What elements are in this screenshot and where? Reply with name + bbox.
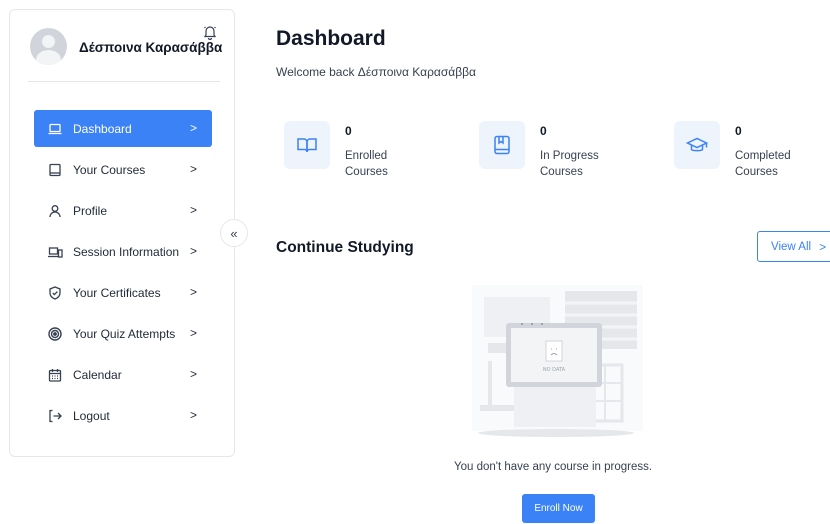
sidebar-item-label: Dashboard	[73, 121, 132, 136]
avatar[interactable]	[30, 28, 67, 65]
chevron-right-icon: >	[189, 408, 197, 422]
sidebar-item-label: Your Certificates	[73, 285, 161, 300]
shield-check-icon	[47, 285, 63, 301]
sidebar-item-your-courses[interactable]: Your Courses >	[34, 151, 212, 188]
sidebar-item-label: Profile	[73, 203, 108, 218]
stat-count: 0	[735, 124, 742, 138]
sidebar-item-profile[interactable]: Profile >	[34, 192, 212, 229]
laptop-icon	[47, 121, 63, 137]
sidebar-item-label: Your Quiz Attempts	[73, 326, 176, 341]
sidebar-menu: Dashboard > Your Courses > Profile > Ses…	[34, 110, 212, 438]
profile-header: Δέσποινα Καρασάββα	[10, 10, 234, 82]
chevron-right-icon: >	[189, 121, 197, 135]
page-title: Dashboard	[276, 27, 386, 50]
stat-in-progress-courses: 0 In Progress Courses	[479, 121, 649, 181]
bell-icon[interactable]	[202, 24, 218, 41]
bookmark-book-icon	[479, 121, 525, 169]
stat-label: In Progress Courses	[540, 150, 599, 178]
empty-state-message: You don't have any course in progress.	[454, 461, 653, 473]
user-icon	[47, 203, 63, 219]
sidebar-item-dashboard[interactable]: Dashboard >	[34, 110, 212, 147]
sidebar-item-your-quiz-attempts[interactable]: Your Quiz Attempts >	[34, 315, 212, 352]
stat-label: Completed Courses	[735, 150, 791, 178]
target-icon	[47, 326, 63, 342]
welcome-message: Welcome back Δέσποινα Καρασάββα	[276, 65, 476, 79]
sidebar-item-label: Your Courses	[73, 162, 146, 177]
sidebar-item-label: Session Information	[73, 244, 180, 259]
stat-label: Enrolled Courses	[345, 150, 388, 178]
sidebar: Δέσποινα Καρασάββα Dashboard > Your Cour…	[9, 9, 235, 457]
chevron-right-icon: >	[189, 162, 197, 176]
stat-count: 0	[345, 124, 352, 138]
collapse-sidebar-button[interactable]: «	[220, 219, 248, 247]
book-open-icon	[284, 121, 330, 169]
devices-icon	[47, 244, 63, 260]
sidebar-item-calendar[interactable]: Calendar >	[34, 356, 212, 393]
no-data-label: NO DATA	[543, 367, 566, 373]
continue-studying-heading: Continue Studying	[276, 239, 414, 256]
sidebar-item-your-certificates[interactable]: Your Certificates >	[34, 274, 212, 311]
chevron-right-icon: >	[189, 244, 197, 258]
logout-icon	[47, 408, 63, 424]
stat-count: 0	[540, 124, 547, 138]
profile-name: Δέσποινα Καρασάββα	[79, 40, 223, 55]
chevron-right-icon: >	[189, 203, 197, 217]
sidebar-item-logout[interactable]: Logout >	[34, 397, 212, 434]
chevron-right-icon: >	[189, 326, 197, 340]
sidebar-item-label: Calendar	[73, 367, 122, 382]
chevron-right-icon: >	[819, 239, 827, 254]
tablet-icon	[47, 162, 63, 178]
view-all-button[interactable]: View All >	[757, 231, 830, 262]
enroll-now-button[interactable]: Enroll Now	[522, 494, 595, 523]
chevron-right-icon: >	[189, 367, 197, 381]
divider	[28, 81, 220, 82]
sidebar-item-session-information[interactable]: Session Information >	[34, 233, 212, 270]
view-all-label: View All	[771, 240, 812, 253]
sidebar-item-label: Logout	[73, 408, 110, 423]
calendar-icon	[47, 367, 63, 383]
stat-enrolled-courses: 0 Enrolled Courses	[284, 121, 454, 181]
graduation-cap-icon	[674, 121, 720, 169]
chevron-right-icon: >	[189, 285, 197, 299]
no-data-illustration: NO DATA	[470, 283, 645, 443]
stat-completed-courses: 0 Completed Courses	[674, 121, 824, 181]
